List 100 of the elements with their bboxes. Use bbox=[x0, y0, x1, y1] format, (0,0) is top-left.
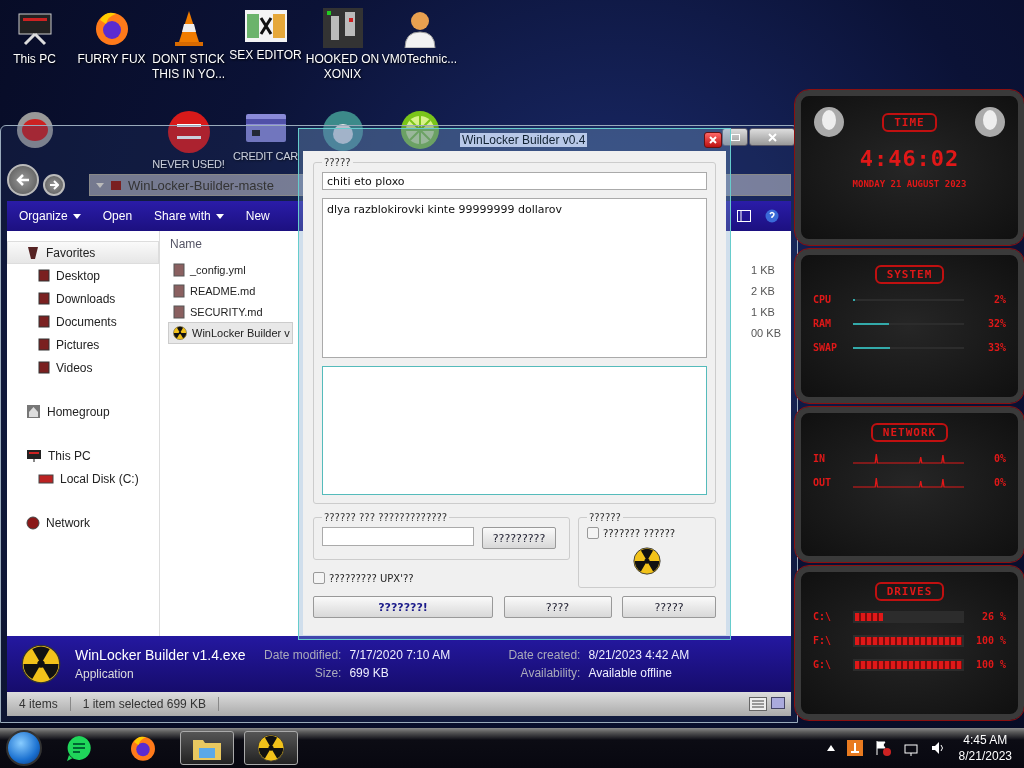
clock-time: 4:46:02 bbox=[859, 146, 960, 171]
nav-label: Pictures bbox=[56, 337, 100, 352]
nav-item[interactable]: Favorites bbox=[7, 241, 159, 264]
desktop-icon-label[interactable]: FURRY FUX bbox=[77, 52, 146, 67]
caret-icon bbox=[96, 182, 104, 188]
network-icon bbox=[26, 515, 40, 530]
file-item[interactable]: WinLocker Builder v bbox=[168, 321, 293, 344]
dialog-button[interactable]: ????? bbox=[622, 596, 716, 618]
chat-bubble-icon bbox=[65, 734, 93, 762]
file-item[interactable]: _config.yml bbox=[168, 258, 249, 281]
nav-item[interactable]: This PC bbox=[7, 444, 159, 467]
tray-time[interactable]: 4:45 AM bbox=[963, 733, 1008, 747]
taskbar-button[interactable] bbox=[244, 731, 298, 765]
message-field[interactable]: dlya razblokirovki kinte 99999999 dollarov bbox=[322, 198, 707, 358]
panel-title: TIME bbox=[882, 112, 937, 132]
toolbar-button[interactable]: Share with bbox=[154, 209, 224, 223]
help-icon bbox=[765, 209, 779, 223]
desktop-icon-label[interactable]: This PC bbox=[13, 52, 56, 67]
folder-icon bbox=[38, 338, 50, 351]
gauge-reading: 2% bbox=[992, 294, 1006, 305]
forward-button[interactable] bbox=[43, 174, 65, 196]
gauge-label: IN bbox=[813, 452, 827, 464]
file-name: WinLocker Builder v1.4.exe bbox=[75, 647, 246, 663]
nav-label: Downloads bbox=[56, 291, 116, 306]
radiation-icon bbox=[173, 325, 187, 340]
group-label: ?????? bbox=[588, 512, 622, 523]
folder-icon bbox=[38, 315, 50, 328]
close-button[interactable] bbox=[749, 128, 795, 146]
favorites-icon bbox=[26, 245, 40, 260]
gauge-reading: 33% bbox=[986, 342, 1006, 353]
nav-label: Local Disk (C:) bbox=[60, 471, 139, 486]
file-size: 1 KB bbox=[751, 263, 776, 276]
status-text: 1 item selected 699 KB bbox=[70, 697, 220, 711]
radiation-icon bbox=[21, 644, 61, 684]
nav-item[interactable]: Pictures bbox=[7, 333, 159, 356]
flag-icon bbox=[874, 740, 891, 756]
nav-item[interactable]: Network bbox=[7, 511, 159, 534]
property-label: Date modified: bbox=[263, 648, 342, 662]
upx-checkbox[interactable]: ????????? UPX'?? bbox=[313, 572, 570, 584]
monitor-icon bbox=[26, 448, 42, 463]
property-label: Size: bbox=[313, 666, 342, 680]
gauge-label: OUT bbox=[813, 476, 833, 488]
nav-item[interactable]: Homegroup bbox=[7, 400, 159, 423]
desktop-icon-label[interactable]: HOOKED ON XONIX bbox=[304, 52, 381, 82]
preview-view-icon bbox=[771, 697, 785, 709]
details-view-icon bbox=[749, 697, 767, 711]
maximize-button[interactable] bbox=[722, 128, 748, 146]
icon-checkbox[interactable]: ??????? ?????? bbox=[587, 527, 707, 539]
panel-title: SYSTEM bbox=[874, 264, 945, 284]
nav-label: Favorites bbox=[46, 245, 96, 260]
toolbar-button[interactable]: Open bbox=[102, 209, 133, 223]
gauge-reading: 100 % bbox=[974, 635, 1006, 646]
caret-icon bbox=[215, 213, 224, 219]
code-field[interactable] bbox=[322, 527, 474, 546]
nav-item[interactable]: Videos bbox=[7, 356, 159, 379]
nav-label: Network bbox=[46, 515, 90, 530]
property-value: 8/21/2023 4:42 AM bbox=[588, 648, 690, 662]
maximize-icon bbox=[730, 133, 740, 141]
gauge-reading: 26 % bbox=[980, 611, 1006, 622]
nav-label: Videos bbox=[56, 360, 93, 375]
nav-label: This PC bbox=[48, 448, 91, 463]
back-arrow-icon bbox=[16, 174, 30, 186]
start-button[interactable] bbox=[6, 730, 42, 766]
file-item[interactable]: README.md bbox=[168, 279, 259, 302]
dialog-button[interactable]: ???????! bbox=[313, 596, 493, 618]
nav-label: Documents bbox=[56, 314, 117, 329]
file-size: 2 KB bbox=[751, 284, 776, 297]
title-field[interactable]: chiti eto ploxo bbox=[322, 172, 707, 190]
desktop-icon-label[interactable]: CREDIT CAR bbox=[233, 150, 298, 162]
close-icon bbox=[709, 136, 717, 144]
back-button[interactable] bbox=[7, 164, 39, 196]
forward-arrow-icon bbox=[49, 180, 59, 190]
gauge-reading: 32% bbox=[986, 318, 1006, 329]
desktop-icon-label[interactable]: VM0Technic... bbox=[381, 52, 458, 67]
up-arrow-icon bbox=[826, 745, 835, 751]
window-title: WinLocker Builder v0.4 bbox=[460, 133, 588, 147]
panel-title: NETWORK bbox=[870, 423, 949, 442]
taskbar-button[interactable] bbox=[180, 731, 234, 765]
tray-date[interactable]: 8/21/2023 bbox=[958, 749, 1012, 763]
folder-icon bbox=[38, 269, 50, 282]
property-value: 699 KB bbox=[349, 666, 390, 680]
nav-item[interactable]: Documents bbox=[7, 310, 159, 333]
file-item[interactable]: SECURITY.md bbox=[168, 300, 266, 323]
property-value: 7/17/2020 7:10 AM bbox=[349, 648, 452, 662]
desktop-icon-label[interactable]: DONT STICK THIS IN YO... bbox=[150, 52, 227, 82]
toolbar-button[interactable]: New bbox=[245, 209, 270, 223]
gauge-label: SWAP bbox=[813, 342, 839, 353]
nav-item[interactable]: Downloads bbox=[7, 287, 159, 310]
nav-item[interactable]: Local Disk (C:) bbox=[7, 467, 159, 490]
dialog-button[interactable]: ???? bbox=[503, 596, 612, 618]
toolbar-button[interactable]: Organize bbox=[19, 209, 81, 223]
gauge-reading: 100 % bbox=[974, 659, 1006, 670]
generate-button[interactable]: ????????? bbox=[482, 527, 556, 549]
close-button[interactable] bbox=[704, 132, 722, 148]
gauge-reading: 0% bbox=[992, 476, 1006, 488]
desktop-icon-label[interactable]: NEVER USED! bbox=[152, 158, 225, 170]
nav-item[interactable]: Desktop bbox=[7, 264, 159, 287]
desktop-icon-label[interactable]: SEX EDITOR bbox=[229, 48, 302, 63]
property-label: Date created: bbox=[507, 648, 581, 662]
file-type: Application bbox=[75, 667, 135, 681]
